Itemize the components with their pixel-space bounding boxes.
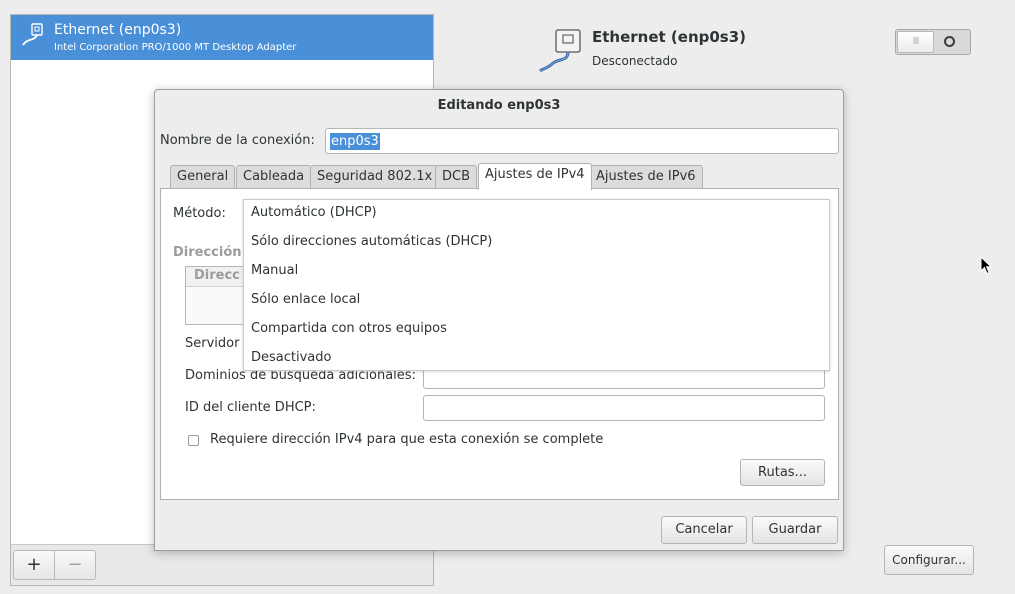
ethernet-cable-icon bbox=[21, 23, 45, 51]
device-status: Desconectado bbox=[592, 54, 678, 68]
ipv4-settings-panel: Método: Dirección Direcc Servidor Domini… bbox=[160, 188, 839, 500]
cancel-button[interactable]: Cancelar bbox=[661, 516, 747, 544]
save-button[interactable]: Guardar bbox=[752, 516, 838, 544]
dhcp-client-id-label: ID del cliente DHCP: bbox=[185, 400, 316, 415]
dns-servers-label: Servidor bbox=[185, 336, 240, 351]
addresses-column-header: Direcc bbox=[186, 267, 244, 287]
connection-name-input[interactable]: enp0s3 bbox=[325, 128, 839, 154]
device-title: Ethernet (enp0s3) bbox=[592, 28, 747, 46]
mouse-pointer-icon bbox=[980, 255, 993, 279]
routes-button[interactable]: Rutas... bbox=[740, 459, 825, 486]
dhcp-client-id-input[interactable] bbox=[423, 395, 825, 421]
tab-security-8021x[interactable]: Seguridad 802.1x bbox=[310, 165, 440, 189]
method-option-shared[interactable]: Compartida con otros equipos bbox=[251, 321, 447, 341]
device-name: Ethernet (enp0s3) bbox=[54, 22, 182, 38]
method-option-automatic-addresses-only[interactable]: Sólo direcciones automáticas (DHCP) bbox=[251, 234, 492, 254]
tab-dcb[interactable]: DCB bbox=[435, 165, 478, 189]
tab-ipv4-settings[interactable]: Ajustes de IPv4 bbox=[478, 163, 592, 190]
configure-button[interactable]: Configurar... bbox=[884, 545, 974, 575]
tab-cableada[interactable]: Cableada bbox=[236, 165, 312, 189]
method-option-manual[interactable]: Manual bbox=[251, 263, 298, 283]
tab-general[interactable]: General bbox=[170, 165, 236, 189]
addresses-heading: Dirección bbox=[173, 245, 242, 260]
connection-name-value: enp0s3 bbox=[330, 133, 380, 150]
method-option-automatic-dhcp[interactable]: Automático (DHCP) bbox=[251, 205, 377, 225]
addresses-table[interactable]: Direcc bbox=[185, 266, 245, 325]
method-option-disabled[interactable]: Desactivado bbox=[251, 350, 331, 370]
edit-connection-dialog: Editando enp0s3 Nombre de la conexión: e… bbox=[154, 89, 844, 551]
require-ipv4-checkbox[interactable] bbox=[188, 435, 199, 446]
method-option-link-local[interactable]: Sólo enlace local bbox=[251, 292, 360, 312]
device-list-item[interactable]: Ethernet (enp0s3) Intel Corporation PRO/… bbox=[11, 15, 433, 60]
remove-device-button[interactable]: − bbox=[54, 550, 96, 580]
device-power-toggle[interactable]: III bbox=[895, 29, 971, 55]
method-dropdown-menu: Automático (DHCP) Sólo direcciones autom… bbox=[243, 199, 830, 371]
dialog-title: Editando enp0s3 bbox=[437, 98, 561, 113]
connection-name-label: Nombre de la conexión: bbox=[160, 133, 315, 148]
tab-ipv6-settings[interactable]: Ajustes de IPv6 bbox=[589, 165, 703, 189]
device-subtitle: Intel Corporation PRO/1000 MT Desktop Ad… bbox=[54, 42, 297, 53]
require-ipv4-label: Requiere dirección IPv4 para que esta co… bbox=[210, 432, 604, 447]
toggle-knob: III bbox=[897, 31, 934, 53]
add-device-button[interactable]: + bbox=[13, 550, 55, 580]
method-label: Método: bbox=[173, 206, 226, 221]
toggle-off-icon bbox=[944, 36, 955, 47]
ethernet-cable-icon bbox=[538, 28, 588, 78]
